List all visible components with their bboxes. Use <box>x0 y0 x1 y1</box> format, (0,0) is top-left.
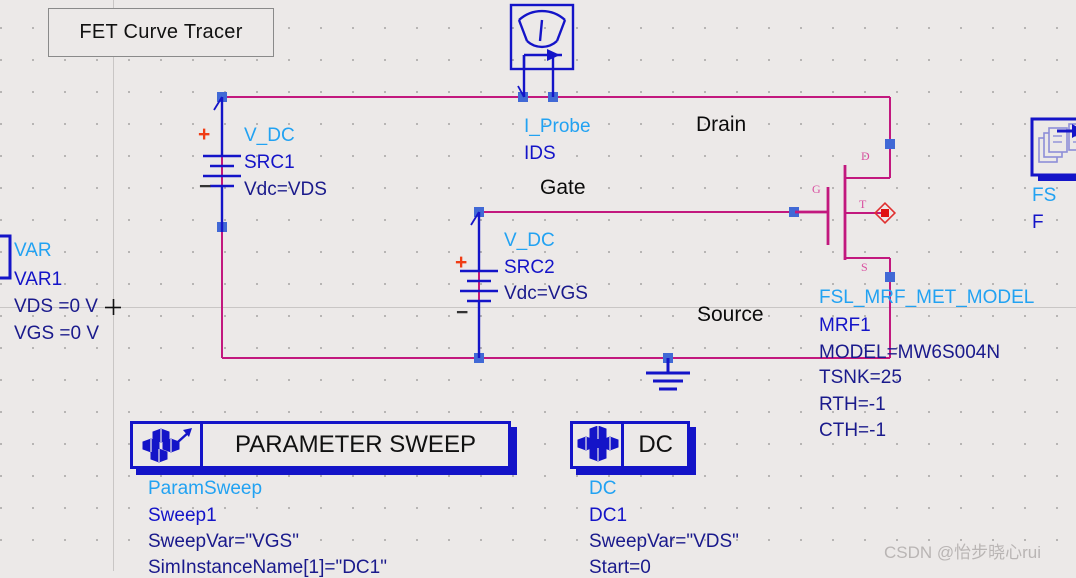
param-sweep-param-0: SweepVar="VGS" <box>148 531 299 552</box>
dc-sim-instance: DC1 <box>589 505 628 526</box>
parameter-sweep-block[interactable]: PARAMETER SWEEP <box>130 421 517 475</box>
dc-simulation-block[interactable]: DC <box>570 421 696 475</box>
parameter-sweep-header: PARAMETER SWEEP <box>203 424 508 466</box>
watermark-text: CSDN @怡步晓心rui <box>884 543 1042 562</box>
dc-simulation-icon <box>573 424 625 466</box>
dc-simulation-header-label: DC <box>638 431 673 458</box>
dc-sim-param-0: SweepVar="VDS" <box>589 531 739 552</box>
dc-sim-param-1: Start=0 <box>589 557 651 578</box>
parameter-sweep-header-label: PARAMETER SWEEP <box>235 431 476 458</box>
dc-sim-type: DC <box>589 478 617 499</box>
right-block-instance: F <box>1032 212 1044 233</box>
param-sweep-instance: Sweep1 <box>148 505 217 526</box>
dc-simulation-header: DC <box>624 424 687 466</box>
right-block-type: FS <box>1032 185 1057 206</box>
param-sweep-type: ParamSweep <box>148 478 263 499</box>
param-sweep-param-1: SimInstanceName[1]="DC1" <box>148 557 387 578</box>
parameter-sweep-icon <box>133 424 203 466</box>
